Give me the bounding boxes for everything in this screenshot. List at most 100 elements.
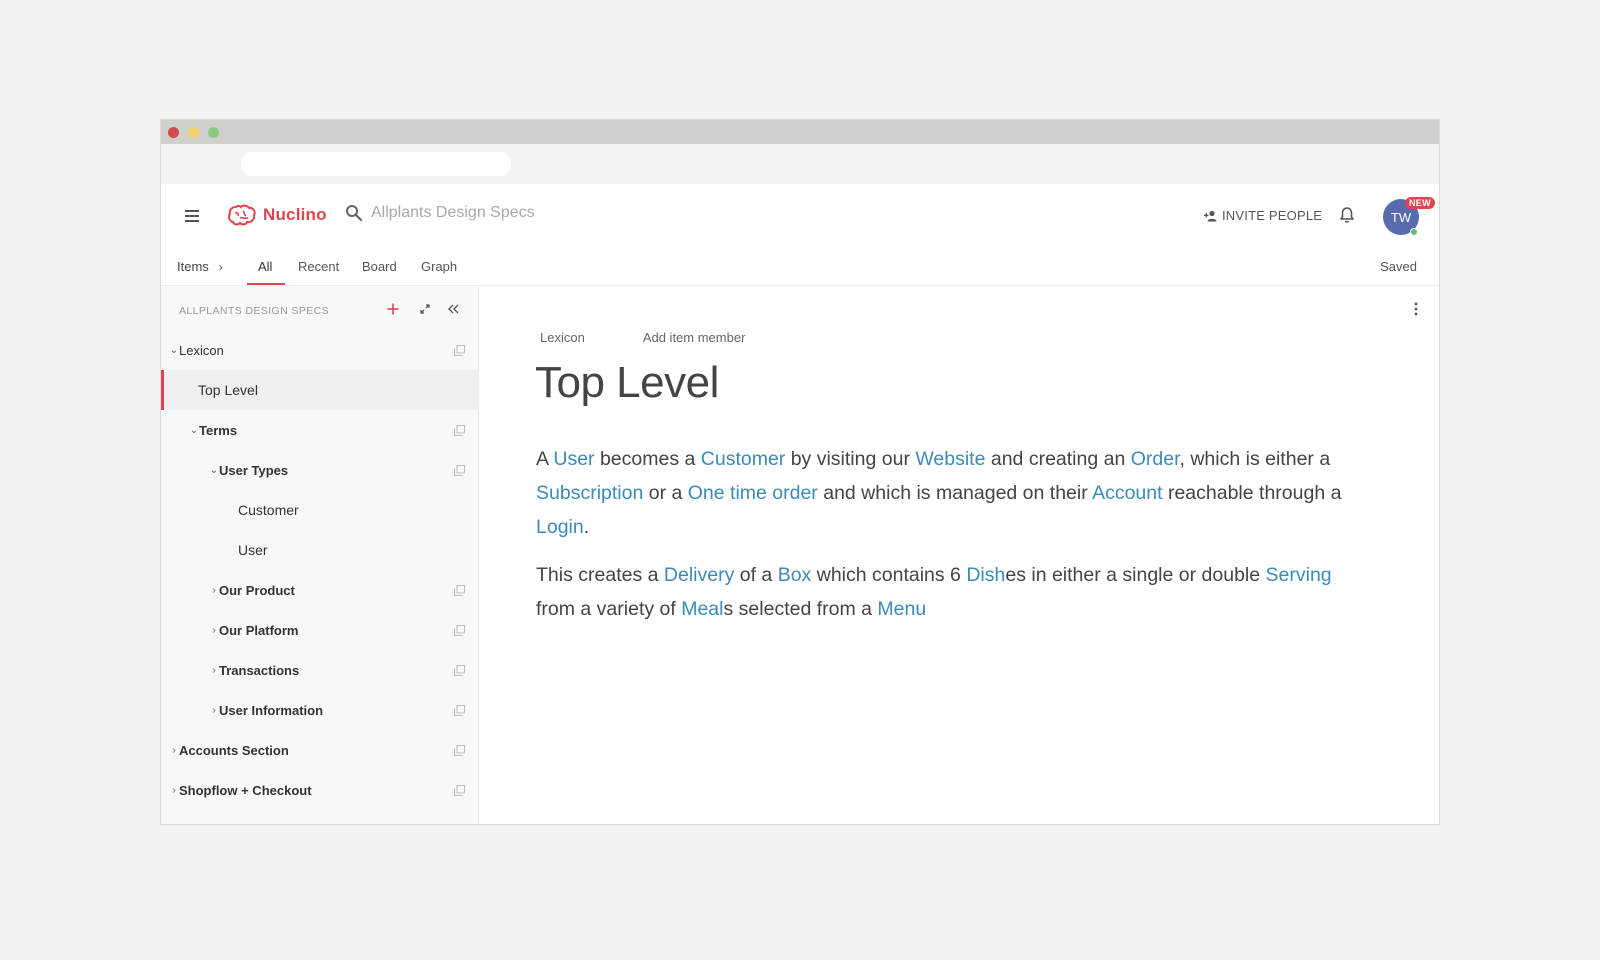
maximize-window-button[interactable] [208, 127, 219, 138]
tree-item-label: Shopflow + Checkout [179, 782, 312, 798]
sidebar: ALLPLANTS DESIGN SPECS ⌄ Lexicon Top Lev… [161, 286, 479, 824]
item-link[interactable]: Customer [701, 448, 786, 470]
tree-item-label: Customer [238, 502, 299, 518]
menu-icon[interactable] [185, 210, 199, 222]
avatar-initials: TW [1390, 209, 1412, 225]
search-bar [345, 204, 591, 222]
tree-item-our-product[interactable]: › Our Product [161, 570, 479, 610]
tab-graph[interactable]: Graph [421, 259, 457, 274]
search-icon [346, 205, 363, 222]
copy-icon[interactable] [454, 424, 465, 436]
app-name: Nuclino [263, 205, 327, 224]
add-person-icon [1204, 210, 1217, 221]
tree-item-top-level[interactable]: Top Level [161, 370, 479, 410]
tree-item-shopflow-checkout[interactable]: › Shopflow + Checkout [161, 770, 479, 810]
tree-item-accounts-section[interactable]: › Accounts Section [161, 730, 479, 770]
invite-people-button[interactable]: INVITE PEOPLE [1204, 208, 1322, 223]
item-link[interactable]: Box [778, 564, 812, 586]
new-badge: NEW [1405, 197, 1435, 209]
chevron-right-icon[interactable]: › [209, 665, 219, 676]
copy-icon[interactable] [454, 744, 465, 756]
item-link[interactable]: Account [1092, 482, 1162, 504]
workspace-title: ALLPLANTS DESIGN SPECS [179, 305, 330, 317]
logo[interactable]: Nuclino [227, 203, 327, 227]
item-link[interactable]: Serving [1266, 564, 1332, 586]
tab-board[interactable]: Board [362, 259, 397, 274]
tab-bar: Items › All Recent Board Graph Saved [161, 248, 1439, 286]
tree-item-customer[interactable]: Customer [161, 490, 479, 530]
copy-icon[interactable] [454, 624, 465, 636]
chevron-down-icon[interactable]: ⌄ [169, 345, 179, 356]
copy-icon[interactable] [454, 464, 465, 476]
chevron-right-icon[interactable]: › [209, 625, 219, 636]
add-item-icon[interactable] [387, 303, 399, 315]
item-link[interactable]: Delivery [664, 564, 734, 586]
tree-item-label: Terms [199, 422, 238, 438]
item-link[interactable]: User [553, 448, 594, 470]
sidebar-header: ALLPLANTS DESIGN SPECS [161, 286, 478, 330]
items-label: Items [177, 259, 209, 274]
paragraph: A User becomes a Customer by visiting ou… [536, 448, 1342, 538]
tree-item-label: Transactions [219, 662, 300, 678]
document-pane: Lexicon Add item member Top Level A User… [480, 286, 1439, 824]
tree-item-label: User [238, 542, 268, 558]
brain-logo-icon [228, 204, 256, 226]
tree-item-lexicon[interactable]: ⌄ Lexicon [161, 330, 479, 370]
copy-icon[interactable] [454, 784, 465, 796]
chevron-right-icon[interactable]: › [209, 705, 219, 716]
tree-item-label: Our Product [219, 582, 295, 598]
items-breadcrumb[interactable]: Items › [177, 259, 223, 274]
active-tab-indicator [247, 283, 285, 285]
item-link[interactable]: Login [536, 516, 584, 538]
tab-recent[interactable]: Recent [298, 259, 339, 274]
browser-toolbar [161, 144, 1439, 184]
document-body[interactable]: A User becomes a Customer by visiting ou… [536, 442, 1376, 640]
tree-item-our-platform[interactable]: › Our Platform [161, 610, 479, 650]
expand-icon[interactable] [420, 304, 430, 314]
add-item-member-button[interactable]: Add item member [643, 330, 746, 345]
item-link[interactable]: Website [915, 448, 985, 470]
close-window-button[interactable] [168, 127, 179, 138]
tree-item-user[interactable]: User [161, 530, 479, 570]
chevron-down-icon[interactable]: ⌄ [209, 465, 219, 476]
tree-item-label: Top Level [198, 382, 258, 398]
tree-item-transactions[interactable]: › Transactions [161, 650, 479, 690]
minimize-window-button[interactable] [188, 127, 199, 138]
tree-item-user-types[interactable]: ⌄ User Types [161, 450, 479, 490]
tree-item-user-information[interactable]: › User Information [161, 690, 479, 730]
collection-breadcrumb[interactable]: Lexicon [540, 330, 585, 345]
chevron-down-icon[interactable]: ⌄ [189, 425, 199, 436]
document-meta: Lexicon Add item member [540, 330, 745, 345]
page-title[interactable]: Top Level [535, 358, 719, 408]
tree-item-label: User Information [219, 702, 324, 718]
chevron-right-icon[interactable]: › [209, 585, 219, 596]
chevron-right-icon: › [218, 259, 223, 274]
tree-item-label: Accounts Section [179, 742, 289, 758]
invite-label: INVITE PEOPLE [1222, 208, 1323, 223]
tree-item-label: Our Platform [219, 622, 299, 638]
search-input[interactable] [371, 204, 591, 222]
item-link[interactable]: Subscription [536, 482, 643, 504]
address-bar[interactable] [241, 152, 511, 176]
item-link[interactable]: One time order [688, 482, 818, 504]
save-status: Saved [1380, 259, 1417, 274]
item-link[interactable]: Menu [877, 598, 926, 620]
tree-item-label: Lexicon [179, 342, 224, 358]
title-bar [161, 120, 1439, 144]
copy-icon[interactable] [454, 704, 465, 716]
item-link[interactable]: Dish [966, 564, 1005, 586]
bell-icon[interactable] [1339, 206, 1355, 224]
collapse-sidebar-icon[interactable] [448, 304, 459, 314]
item-link[interactable]: Meal [681, 598, 723, 620]
chevron-right-icon[interactable]: › [169, 785, 179, 796]
tree-item-terms[interactable]: ⌄ Terms [161, 410, 479, 450]
item-link[interactable]: Order [1131, 448, 1180, 470]
tab-all[interactable]: All [258, 259, 272, 274]
copy-icon[interactable] [454, 584, 465, 596]
copy-icon[interactable] [454, 664, 465, 676]
app-header: Nuclino INVITE PEOPLE TW NEW [161, 184, 1439, 248]
browser-window: Nuclino INVITE PEOPLE TW NEW [160, 119, 1440, 825]
more-options-icon[interactable] [1414, 302, 1418, 316]
chevron-right-icon[interactable]: › [169, 745, 179, 756]
copy-icon[interactable] [454, 344, 465, 356]
